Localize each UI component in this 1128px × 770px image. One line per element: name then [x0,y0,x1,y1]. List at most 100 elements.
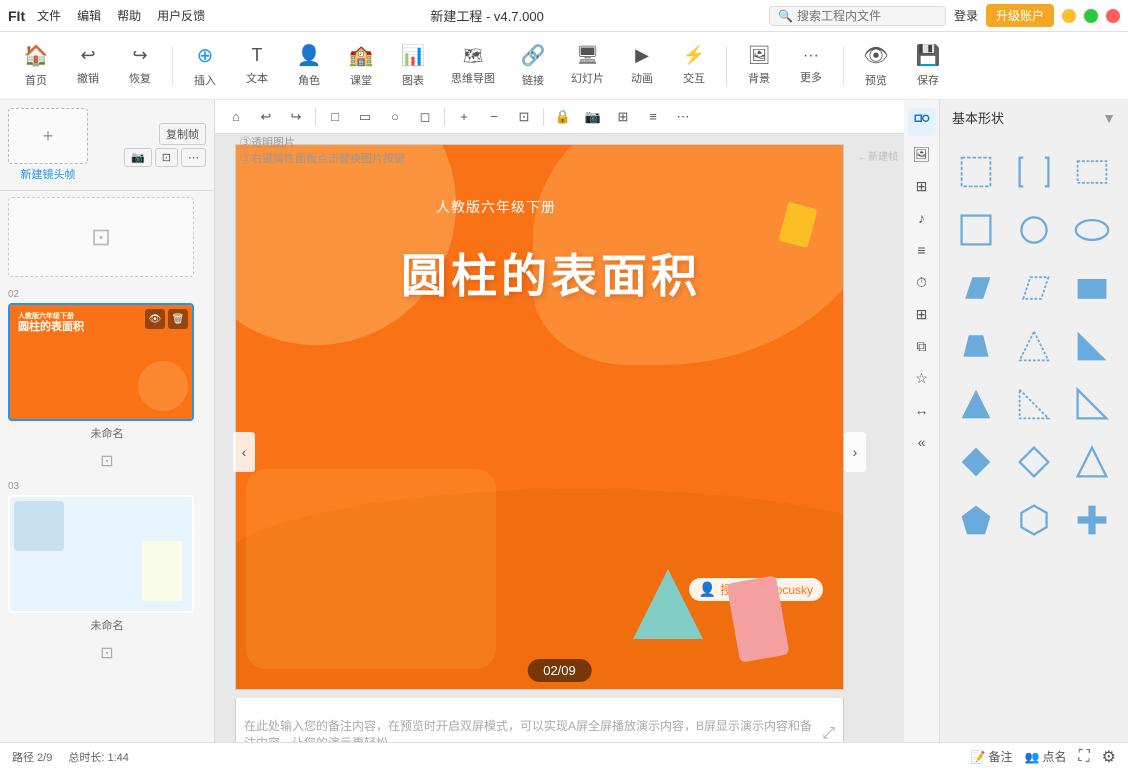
canvas-round-rect-btn[interactable]: ▭ [352,104,378,130]
shape-hexagon-outline[interactable] [1008,494,1060,546]
search-box[interactable]: 🔍 [769,6,946,26]
toolbar-preview[interactable]: 👁 预览 [852,37,900,94]
shape-diamond-outline[interactable] [1008,436,1060,488]
canvas-zoomout-btn[interactable]: − [481,104,507,130]
close-button[interactable] [1106,9,1120,23]
slide-thumb-3[interactable] [8,495,194,613]
search-input[interactable] [797,9,937,23]
menu-help[interactable]: 帮助 [117,7,141,24]
toolbar-slide[interactable]: 🖥 幻灯片 [561,39,614,92]
copy-frame-btn[interactable]: 复制帧 [159,123,206,145]
shape-circle[interactable] [1008,204,1060,256]
toolbar-home[interactable]: 🏠 首页 [12,37,60,94]
canvas-grid-btn[interactable]: ⊞ [610,104,636,130]
shape-tool-image[interactable]: 🖼 [908,140,936,168]
shape-tool-clock[interactable]: ⏱ [908,268,936,296]
shape-filled-rect[interactable] [1066,262,1118,314]
canvas-toolbar: ⌂ ↩ ↪ □ ▭ ○ ◻ + − ⊡ 🔒 📷 ⊞ ≡ ⋯ [215,100,904,134]
shape-tool-shapes[interactable] [908,108,936,136]
shape-trapezoid[interactable] [950,320,1002,372]
toolbar-link[interactable]: 🔗 链接 [509,37,557,94]
settings-btn[interactable]: ⚙ [1102,747,1116,767]
canvas-zoomin-btn[interactable]: + [451,104,477,130]
shape-bracket-rect[interactable] [1008,146,1060,198]
toolbar-mindmap[interactable]: 🗺 思维导图 [441,40,505,92]
canvas-undo-btn[interactable]: ↩ [253,104,279,130]
shape-triangle-dashed[interactable] [1008,320,1060,372]
roll-call-btn[interactable]: 👥 点名 [1024,748,1066,765]
canvas-nav-right[interactable]: › [844,432,866,472]
shape-square-dashed[interactable] [950,146,1002,198]
canvas-fit-btn[interactable]: ⊡ [511,104,537,130]
divider-3 [843,46,844,86]
canvas-rect-btn[interactable]: □ [322,104,348,130]
canvas-align-btn[interactable]: ≡ [640,104,666,130]
toolbar-class[interactable]: 🏫 课堂 [337,37,385,94]
canvas-nav-left[interactable]: ‹ [233,432,255,472]
slide-canvas[interactable]: ③透明图片 ③右键属性面板点击替换图片按键 ←新建帧 人教版六年级下册 圆柱的表… [235,144,844,690]
shape-tool-list[interactable]: ≡ [908,236,936,264]
slide-thumb-2[interactable]: 人教版六年级下册 圆柱的表面积 👁 🗑 [8,303,194,421]
notes-btn[interactable]: 📝 备注 [971,748,1013,765]
main-area: + 新建镜头帧 复制帧 📷 ⊡ ⋯ ⊡ 02 [0,100,1128,770]
toolbar-bg[interactable]: 🖼 背景 [735,39,783,92]
shape-diamond[interactable] [950,436,1002,488]
login-button[interactable]: 登录 [954,7,978,24]
shape-triangle-outline[interactable] [1066,436,1118,488]
shape-oval[interactable] [1066,204,1118,256]
canvas-redo-btn[interactable]: ↪ [283,104,309,130]
shape-tool-layer[interactable]: ⧉ [908,332,936,360]
shape-parallelogram[interactable] [950,262,1002,314]
toolbar-chart[interactable]: 📊 图表 [389,37,437,94]
shape-tool-group[interactable]: ⊞ [908,300,936,328]
shape-filled-triangle[interactable] [950,378,1002,430]
shape-rect[interactable] [950,204,1002,256]
shape-right-tri-dashed[interactable] [1008,378,1060,430]
upgrade-button[interactable]: 升级账户 [986,4,1054,27]
slide-delete-btn[interactable]: 🗑 [168,309,188,329]
minimize-button[interactable] [1062,9,1076,23]
new-frame-label[interactable]: 新建镜头帧 [21,166,76,182]
shape-plus[interactable] [1066,494,1118,546]
toolbar-interact[interactable]: ⚡ 交互 [670,39,718,92]
mindmap-icon: 🗺 [463,46,483,66]
notes-expand-btn[interactable]: ⤢ [822,725,835,743]
shapes-dropdown-icon[interactable]: ▼ [1102,110,1116,126]
shape-right-triangle[interactable] [1066,320,1118,372]
menu-edit[interactable]: 编辑 [77,7,101,24]
camera-btn[interactable]: 📷 [124,148,152,167]
toolbar-undo[interactable]: ↩ 撤销 [64,39,112,92]
slide-entry-3: 03 未命名 [0,475,214,639]
toolbar-redo[interactable]: ↪ 恢复 [116,39,164,92]
toolbar-more[interactable]: ··· 更多 [787,41,835,91]
fitscreen-btn[interactable]: ⊡ [155,148,178,167]
canvas-home-btn[interactable]: ⌂ [223,104,249,130]
menu-file[interactable]: 文件 [37,7,61,24]
shape-dashed-parallelogram[interactable] [1008,262,1060,314]
shape-tool-table[interactable]: ⊞ [908,172,936,200]
toolbar-animate[interactable]: ▶ 动画 [618,39,666,92]
shape-right-tri-open[interactable] [1066,378,1118,430]
shape-tool-music[interactable]: ♪ [908,204,936,232]
toolbar-insert[interactable]: ⊕ 插入 [181,37,229,94]
toolbar-text[interactable]: T 文本 [233,39,281,92]
shape-tool-collapse[interactable]: « [908,428,936,456]
toolbar-role[interactable]: 👤 角色 [285,37,333,94]
canvas-lock-btn[interactable]: 🔒 [550,104,576,130]
canvas-square-btn[interactable]: ◻ [412,104,438,130]
canvas-photo-btn[interactable]: 📷 [580,104,606,130]
new-frame-area[interactable]: + [8,108,88,164]
notes-label: 备注 [988,748,1012,765]
menu-feedback[interactable]: 用户反馈 [157,7,205,24]
shape-tool-star[interactable]: ☆ [908,364,936,392]
fullscreen-btn[interactable]: ⛶ [1078,748,1089,766]
shape-dashed-rect[interactable] [1066,146,1118,198]
shape-tool-double-arrow[interactable]: ↔ [908,396,936,424]
slide-eye-btn[interactable]: 👁 [145,309,165,329]
maximize-button[interactable] [1084,9,1098,23]
canvas-circle-btn[interactable]: ○ [382,104,408,130]
toolbar-save[interactable]: 💾 保存 [904,37,952,94]
more2-btn[interactable]: ⋯ [181,148,206,167]
shape-pentagon[interactable] [950,494,1002,546]
canvas-more3-btn[interactable]: ⋯ [670,104,696,130]
